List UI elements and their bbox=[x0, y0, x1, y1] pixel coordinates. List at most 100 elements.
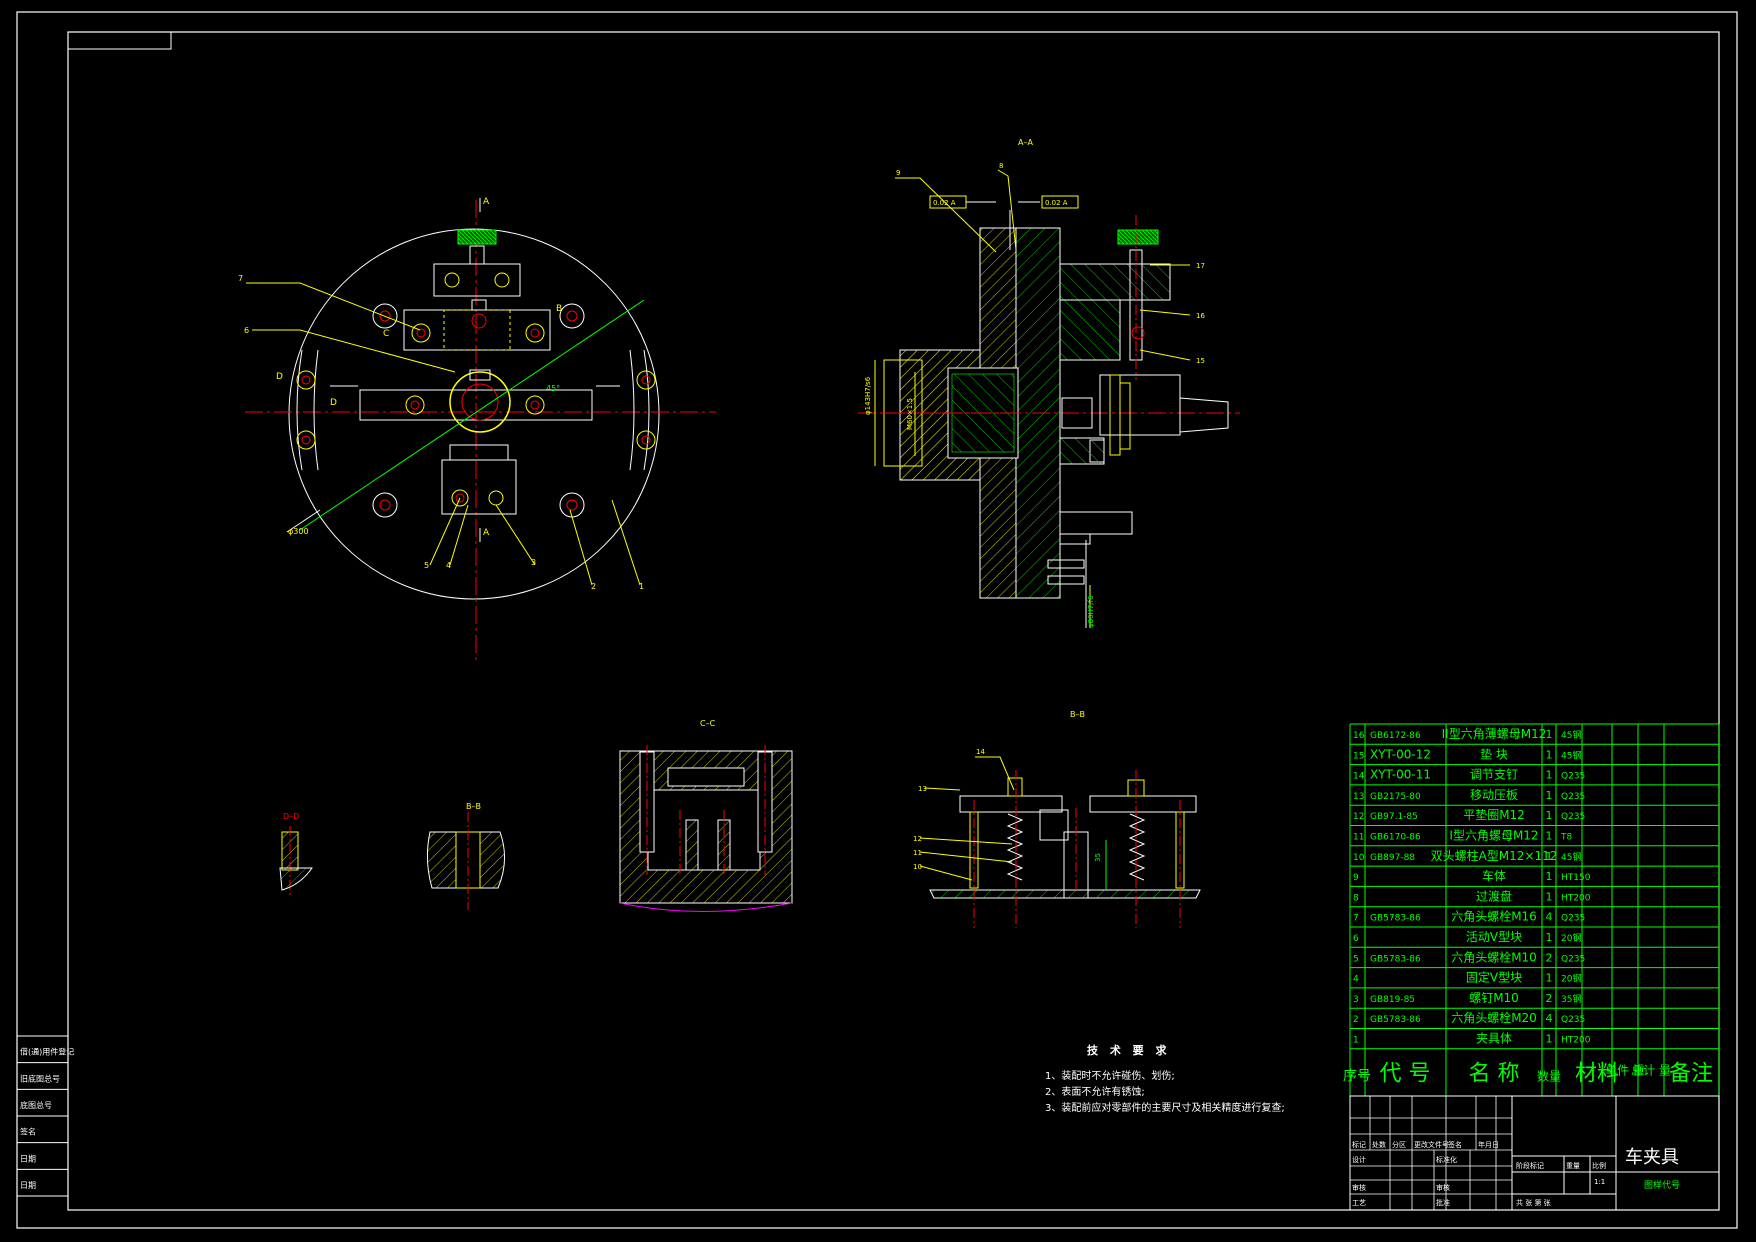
bom-row-name: 固定V型块 bbox=[1466, 970, 1522, 985]
bom-row-name: 移动压板 bbox=[1470, 788, 1518, 802]
bom-row-name: 垫 块 bbox=[1480, 746, 1508, 761]
section-mark-c: C bbox=[383, 329, 389, 339]
bom-row-qty: 1 bbox=[1546, 789, 1553, 802]
tb-draw: 审核 bbox=[1352, 1183, 1366, 1192]
callout-15: 15 bbox=[1196, 357, 1205, 365]
section-dd-title: D–D bbox=[283, 812, 299, 821]
tech-req-item-3: 3、装配前应对零部件的主要尺寸及相关精度进行复查; bbox=[1045, 1103, 1285, 1114]
bom-row-code: XYT-00-12 bbox=[1370, 747, 1431, 761]
section-mark-a-top: A bbox=[483, 197, 490, 207]
tb-drawing-code: 图样代号 bbox=[1644, 1179, 1680, 1191]
bom-row-material: 45钢 bbox=[1561, 729, 1581, 741]
bom-row-no: 2 bbox=[1353, 1015, 1359, 1025]
angle-label: 45° bbox=[546, 384, 560, 393]
bom-row-no: 15 bbox=[1353, 751, 1364, 761]
bom-row-name: II型六角薄螺母M12 bbox=[1442, 726, 1547, 741]
side-block-item: 签名 bbox=[20, 1127, 36, 1137]
bom-row-material: Q235 bbox=[1561, 792, 1585, 802]
bom-row-name: 平垫圈M12 bbox=[1463, 807, 1525, 822]
side-block-item: 日期 bbox=[20, 1181, 36, 1190]
bom-row-no: 11 bbox=[1353, 833, 1364, 843]
tolerance-left: 0.02 A bbox=[933, 199, 956, 207]
corner-code-box bbox=[67, 31, 172, 50]
bom-row-material: 45钢 bbox=[1561, 749, 1581, 761]
bom-row-name: 螺钉M10 bbox=[1469, 991, 1519, 1005]
tb-date: 年月日 bbox=[1478, 1140, 1499, 1149]
tb-ratio-label: 比例 bbox=[1592, 1161, 1606, 1170]
bom-row-qty: 1 bbox=[1546, 890, 1553, 903]
bom-row-no: 13 bbox=[1353, 792, 1364, 802]
bom-row-name: 活动V型块 bbox=[1466, 930, 1522, 944]
diameter-label: φ300 bbox=[288, 527, 309, 536]
section-b-small: B–B bbox=[426, 802, 505, 910]
side-block-item: 借(通)用件登记 bbox=[20, 1047, 74, 1057]
bom-row-no: 6 bbox=[1353, 934, 1359, 944]
bom-row-no: 4 bbox=[1353, 975, 1359, 985]
bom-row-qty: 1 bbox=[1546, 830, 1553, 843]
section-mark-d-right: D bbox=[330, 398, 337, 408]
bom-row-no: 12 bbox=[1353, 812, 1364, 822]
tb-count: 处数 bbox=[1372, 1140, 1386, 1149]
section-bb-title: B–B bbox=[1070, 710, 1085, 719]
tb-ratio: 1:1 bbox=[1594, 1178, 1605, 1186]
bom-row-no: 5 bbox=[1353, 954, 1359, 964]
callout-17: 17 bbox=[1196, 262, 1205, 270]
dim-bottom: φ80H7/f6 bbox=[1087, 595, 1095, 628]
bom-row-no: 7 bbox=[1353, 914, 1359, 924]
dim-35: 35 bbox=[1094, 853, 1102, 862]
dim-vertical: φ143H7/s6 bbox=[864, 376, 872, 415]
tb-standard: 标准化 bbox=[1436, 1155, 1457, 1164]
section-mark-d-left: D bbox=[276, 372, 283, 382]
inner-border bbox=[67, 31, 1720, 1211]
outer-border bbox=[16, 11, 1738, 1229]
bom-row-name: 六角头螺栓M16 bbox=[1451, 909, 1537, 924]
bom-row-name: 过渡盘 bbox=[1476, 888, 1512, 903]
tb-weight: 重量 bbox=[1566, 1162, 1580, 1170]
bom-row-material: 20钢 bbox=[1561, 973, 1581, 985]
bom-row-material: Q235 bbox=[1561, 772, 1585, 782]
cad-drawing-canvas: A A B C D D 45° φ300 7 6 5 4 3 2 1 A–A 0… bbox=[16, 11, 1738, 1229]
callout-11: 11 bbox=[913, 849, 922, 857]
bom-row-qty: 2 bbox=[1546, 992, 1553, 1005]
tb-change-doc: 更改文件号 bbox=[1414, 1140, 1449, 1149]
bom-row-name: I型六角螺母M12 bbox=[1449, 829, 1538, 843]
bom-row-no: 10 bbox=[1353, 853, 1365, 863]
tb-zone: 分区 bbox=[1392, 1140, 1406, 1149]
bom-row-code: GB897-88 bbox=[1370, 853, 1415, 863]
tb-process: 工艺 bbox=[1352, 1199, 1366, 1207]
side-block-item: 底图总号 bbox=[20, 1100, 52, 1110]
technical-requirements: 技 术 要 求 1、装配时不允许碰伤、划伤; 2、表面不允许有锈蚀; 3、装配前… bbox=[1045, 1043, 1345, 1117]
bom-header-remark: 备注 bbox=[1669, 1061, 1713, 1086]
bom-row-material: 45钢 bbox=[1561, 851, 1581, 863]
callout-6: 6 bbox=[244, 326, 249, 335]
bom-row-code: GB5783-86 bbox=[1370, 1015, 1421, 1025]
tb-mark: 标记 bbox=[1352, 1140, 1366, 1149]
callout-16: 16 bbox=[1196, 312, 1205, 320]
bom-row-qty: 1 bbox=[1546, 728, 1553, 741]
bom-row-name: 调节支钉 bbox=[1470, 768, 1518, 782]
bom-row-no: 16 bbox=[1353, 731, 1365, 741]
bom-row-qty: 4 bbox=[1546, 1012, 1553, 1025]
bom-row-material: 35钢 bbox=[1561, 993, 1581, 1005]
bom-row-code: GB97.1-85 bbox=[1370, 812, 1418, 822]
tb-check: 审核 bbox=[1436, 1183, 1450, 1192]
bom-header-total-weight: 总计 量 bbox=[1631, 1063, 1671, 1077]
section-d-small: D–D bbox=[279, 812, 313, 896]
side-block-item: 日期 bbox=[20, 1154, 36, 1163]
bom-row-no: 14 bbox=[1353, 772, 1365, 782]
bom-row-name: 六角头螺栓M10 bbox=[1451, 949, 1537, 964]
bom-row-material: Q235 bbox=[1561, 1015, 1585, 1025]
bom-row-qty: 1 bbox=[1546, 809, 1553, 822]
bom-row-material: Q235 bbox=[1561, 812, 1585, 822]
section-cc-title: C–C bbox=[700, 719, 716, 728]
bom-row-qty: 1 bbox=[1546, 972, 1553, 985]
bom-row-material: T8 bbox=[1560, 833, 1572, 843]
section-cc-view: C–C bbox=[619, 719, 793, 912]
dim-inner: M60×1.5 bbox=[906, 398, 914, 430]
callout-8: 8 bbox=[999, 162, 1003, 170]
tolerance-right: 0.02 A bbox=[1045, 199, 1068, 207]
bom-header-no: 序号 bbox=[1343, 1068, 1371, 1084]
callout-3: 3 bbox=[531, 558, 536, 567]
bom-row-material: HT200 bbox=[1561, 893, 1591, 903]
callout-7: 7 bbox=[238, 274, 243, 283]
